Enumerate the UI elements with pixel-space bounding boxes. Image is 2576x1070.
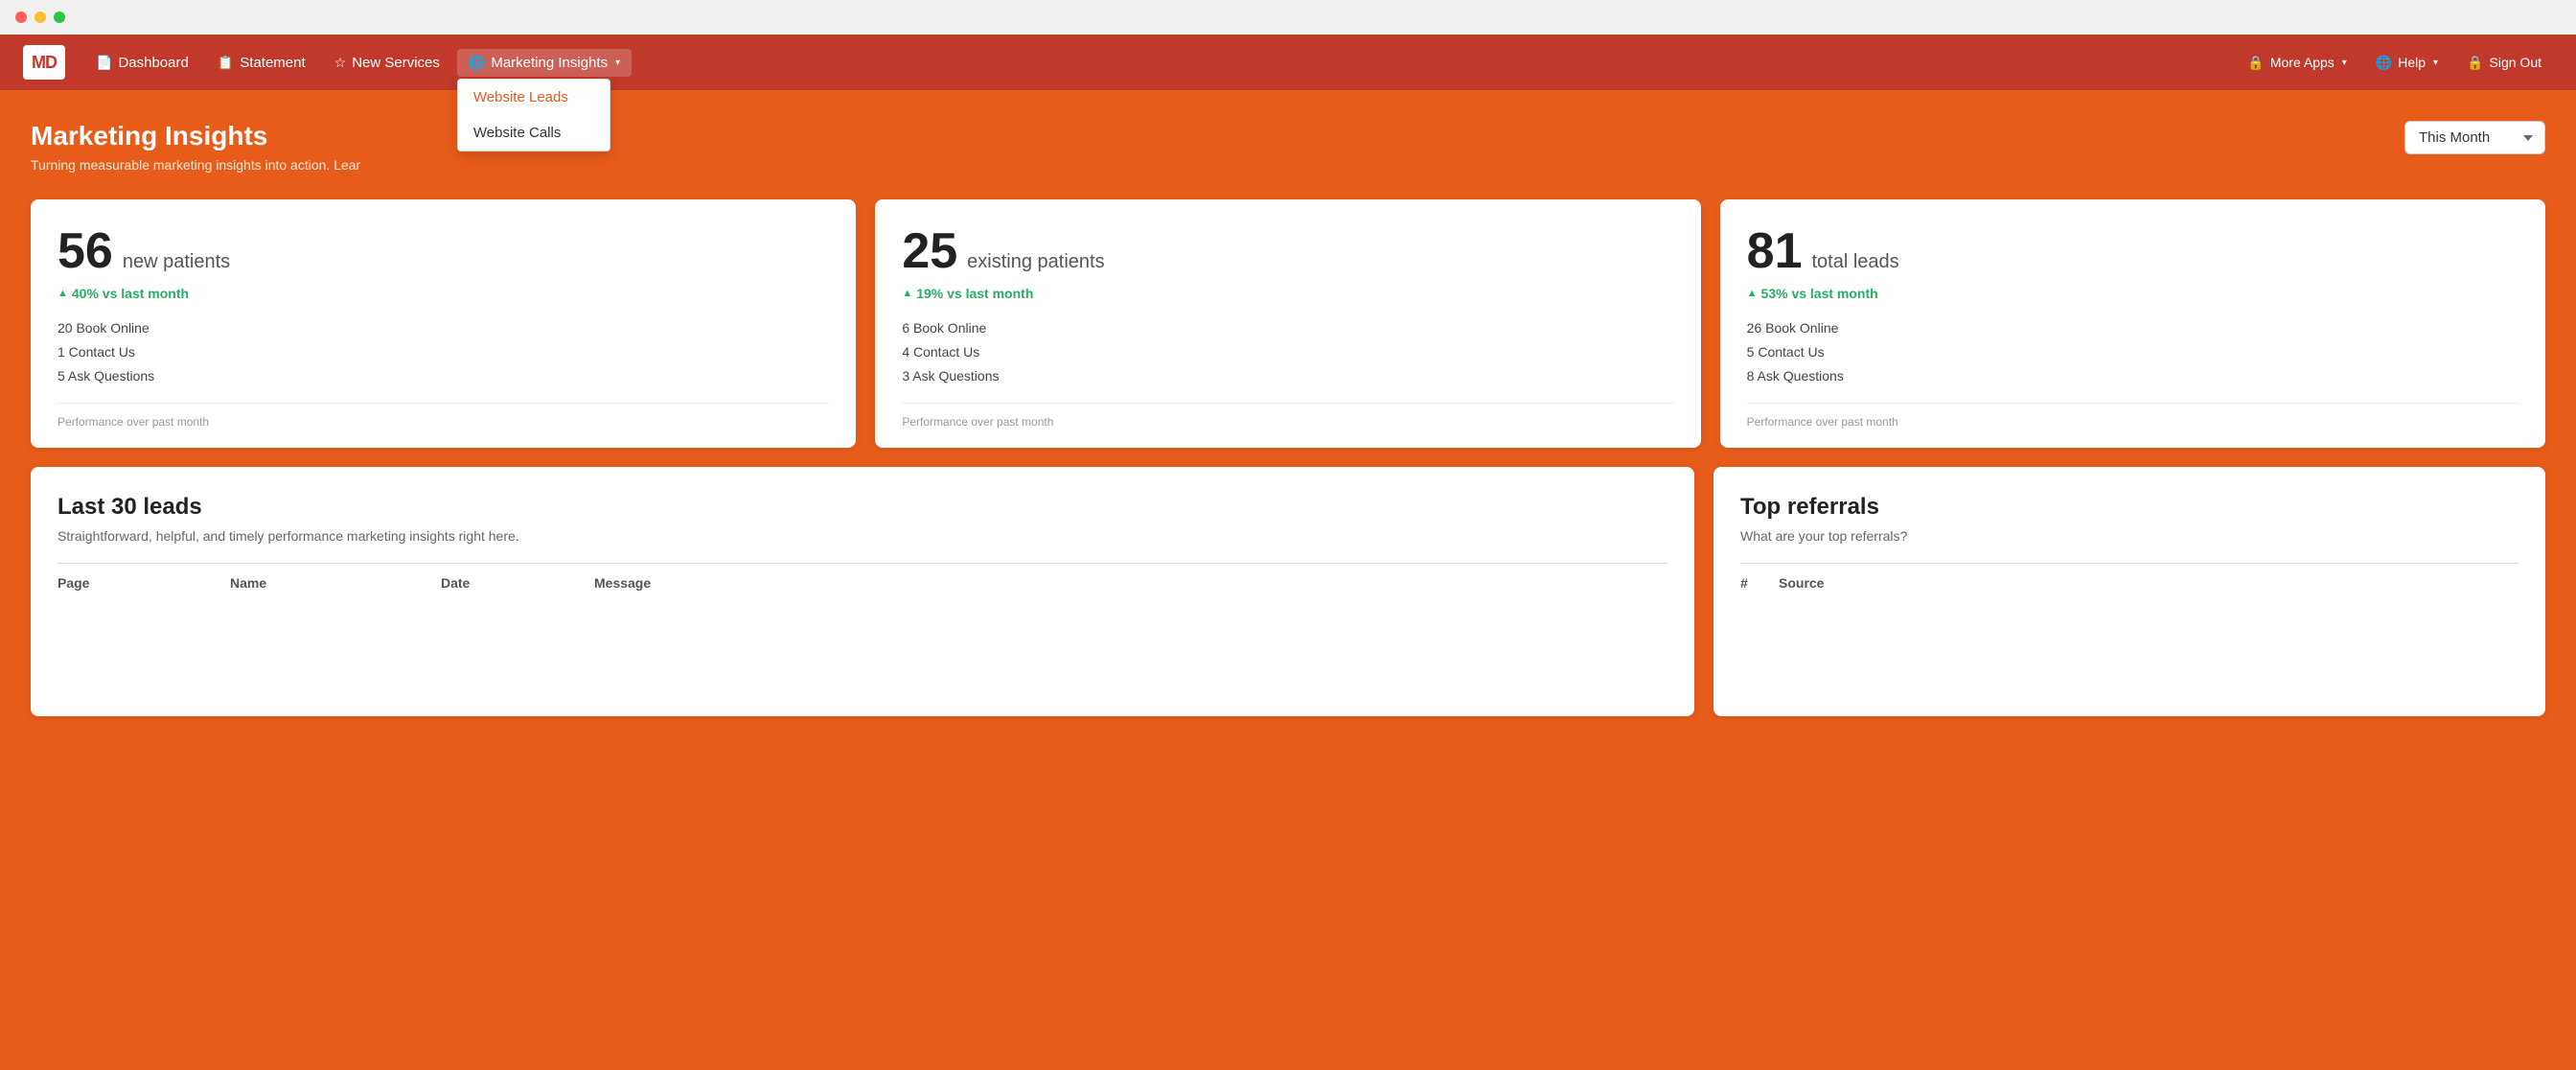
page-header-text: Marketing Insights Turning measurable ma…	[31, 121, 360, 173]
total-leads-header: 81 total leads	[1747, 226, 2518, 276]
existing-patients-breakdown: 6 Book Online 4 Contact Us 3 Ask Questio…	[902, 316, 1673, 389]
last-30-subtitle: Straightforward, helpful, and timely per…	[58, 528, 1668, 544]
new-patients-breakdown-3: 5 Ask Questions	[58, 364, 829, 388]
chevron-down-icon: ▾	[615, 58, 620, 68]
referrals-table-header: # Source	[1740, 563, 2518, 602]
page-header: Marketing Insights Turning measurable ma…	[31, 121, 2545, 173]
marketing-insights-icon: 🌐	[469, 55, 485, 71]
chevron-down-icon-more: ▾	[2342, 58, 2347, 68]
total-leads-breakdown: 26 Book Online 5 Contact Us 8 Ask Questi…	[1747, 316, 2518, 389]
nav-sign-out[interactable]: 🔒 Sign Out	[2455, 49, 2553, 77]
existing-patients-number: 25	[902, 226, 957, 276]
logo: MD	[23, 45, 65, 80]
existing-patients-change: 19% vs last month	[902, 286, 1673, 301]
navbar-links: 📄 Dashboard 📋 Statement ☆ New Services 🌐…	[84, 49, 2236, 77]
new-patients-header: 56 new patients	[58, 226, 829, 276]
new-patients-card: 56 new patients 40% vs last month 20 Boo…	[31, 199, 856, 448]
col-date: Date	[441, 575, 594, 591]
page-subtitle: Turning measurable marketing insights in…	[31, 157, 360, 173]
col-source: Source	[1779, 575, 2518, 591]
new-patients-breakdown-2: 1 Contact Us	[58, 340, 829, 364]
top-referrals-title: Top referrals	[1740, 494, 2518, 521]
total-leads-breakdown-1: 26 Book Online	[1747, 316, 2518, 340]
page-title: Marketing Insights	[31, 121, 360, 151]
new-patients-breakdown-1: 20 Book Online	[58, 316, 829, 340]
nav-marketing-insights-label: Marketing Insights	[491, 55, 608, 71]
total-leads-change: 53% vs last month	[1747, 286, 2518, 301]
close-dot[interactable]	[15, 12, 27, 23]
nav-marketing-insights-container: 🌐 Marketing Insights ▾ Website Leads Web…	[457, 49, 632, 77]
help-icon: 🌐	[2376, 55, 2392, 71]
new-services-icon: ☆	[334, 55, 347, 71]
navbar: MD 📄 Dashboard 📋 Statement ☆ New Service…	[0, 35, 2576, 90]
new-patients-label: new patients	[123, 251, 230, 273]
navbar-right: 🔒 More Apps ▾ 🌐 Help ▾ 🔒 Sign Out	[2236, 49, 2553, 77]
top-referrals-subtitle: What are your top referrals?	[1740, 528, 2518, 544]
nav-statement-label: Statement	[240, 55, 305, 71]
page-content: Marketing Insights Turning measurable ma…	[0, 90, 2576, 1070]
total-leads-breakdown-3: 8 Ask Questions	[1747, 364, 2518, 388]
maximize-dot[interactable]	[54, 12, 65, 23]
nav-dashboard[interactable]: 📄 Dashboard	[84, 49, 200, 77]
col-hash: #	[1740, 575, 1779, 591]
nav-dashboard-label: Dashboard	[118, 55, 188, 71]
statement-icon: 📋	[218, 55, 234, 71]
nav-marketing-insights[interactable]: 🌐 Marketing Insights ▾	[457, 49, 632, 77]
stats-grid: 56 new patients 40% vs last month 20 Boo…	[31, 199, 2545, 448]
total-leads-footer: Performance over past month	[1747, 403, 2518, 429]
period-select[interactable]: This Month Last Month Last 3 Months Last…	[2404, 121, 2545, 154]
existing-patients-footer: Performance over past month	[902, 403, 1673, 429]
last-30-leads-card: Last 30 leads Straightforward, helpful, …	[31, 467, 1694, 716]
nav-statement[interactable]: 📋 Statement	[206, 49, 317, 77]
nav-help-label: Help	[2398, 55, 2426, 70]
lock-icon: 🔒	[2247, 55, 2264, 71]
col-name: Name	[230, 575, 441, 591]
new-patients-breakdown: 20 Book Online 1 Contact Us 5 Ask Questi…	[58, 316, 829, 389]
marketing-insights-dropdown: Website Leads Website Calls	[457, 79, 610, 151]
new-patients-number: 56	[58, 226, 113, 276]
dropdown-website-leads[interactable]: Website Leads	[458, 80, 610, 115]
total-leads-card: 81 total leads 53% vs last month 26 Book…	[1720, 199, 2545, 448]
nav-new-services[interactable]: ☆ New Services	[323, 49, 451, 77]
col-message: Message	[594, 575, 1668, 591]
new-patients-change: 40% vs last month	[58, 286, 829, 301]
nav-new-services-label: New Services	[352, 55, 440, 71]
minimize-dot[interactable]	[34, 12, 46, 23]
nav-sign-out-label: Sign Out	[2490, 55, 2542, 70]
new-patients-footer: Performance over past month	[58, 403, 829, 429]
existing-patients-breakdown-1: 6 Book Online	[902, 316, 1673, 340]
nav-more-apps[interactable]: 🔒 More Apps ▾	[2236, 49, 2358, 77]
nav-more-apps-label: More Apps	[2270, 55, 2334, 70]
total-leads-number: 81	[1747, 226, 1803, 276]
col-page: Page	[58, 575, 230, 591]
total-leads-breakdown-2: 5 Contact Us	[1747, 340, 2518, 364]
bottom-grid: Last 30 leads Straightforward, helpful, …	[31, 467, 2545, 716]
sign-out-icon: 🔒	[2467, 55, 2483, 71]
chevron-down-icon-help: ▾	[2433, 58, 2438, 68]
existing-patients-breakdown-3: 3 Ask Questions	[902, 364, 1673, 388]
existing-patients-breakdown-2: 4 Contact Us	[902, 340, 1673, 364]
leads-table-header: Page Name Date Message	[58, 563, 1668, 602]
dashboard-icon: 📄	[96, 55, 112, 71]
dropdown-website-calls[interactable]: Website Calls	[458, 115, 610, 151]
existing-patients-header: 25 existing patients	[902, 226, 1673, 276]
existing-patients-card: 25 existing patients 19% vs last month 6…	[875, 199, 1700, 448]
nav-help[interactable]: 🌐 Help ▾	[2364, 49, 2450, 77]
total-leads-label: total leads	[1812, 251, 1899, 273]
last-30-title: Last 30 leads	[58, 494, 1668, 521]
titlebar	[0, 0, 2576, 35]
existing-patients-label: existing patients	[967, 251, 1104, 273]
top-referrals-card: Top referrals What are your top referral…	[1714, 467, 2545, 716]
